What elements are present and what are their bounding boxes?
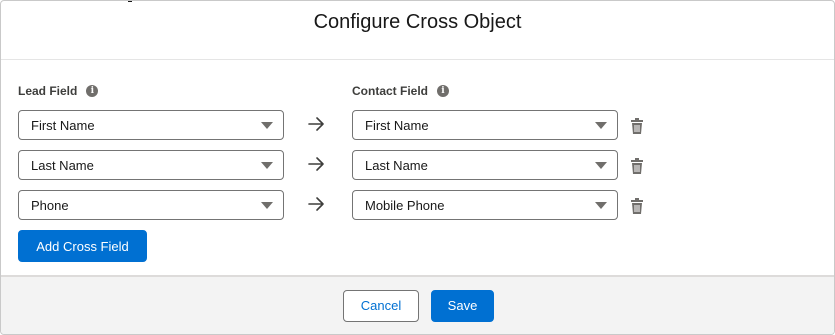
lead-field-label: Lead Field [18, 84, 78, 98]
top-edge-mark [128, 1, 132, 2]
column-labels: Lead Field i Contact Field i [18, 84, 817, 102]
configure-cross-object-modal: Configure Cross Object Lead Field i Cont… [0, 0, 835, 335]
contact-field-value: First Name [365, 117, 429, 133]
lead-field-label-group: Lead Field i [18, 84, 99, 98]
lead-field-select[interactable]: First Name [18, 110, 284, 140]
trash-icon[interactable] [630, 198, 644, 214]
lead-field-value: Last Name [31, 157, 94, 173]
arrow-right-icon [308, 197, 324, 211]
mapping-row: First Name First Name [18, 110, 658, 142]
contact-field-label: Contact Field [352, 84, 429, 98]
lead-field-select[interactable]: Last Name [18, 150, 284, 180]
chevron-down-icon [261, 162, 273, 169]
chevron-down-icon [595, 162, 607, 169]
modal-title: Configure Cross Object [313, 11, 522, 34]
contact-field-select[interactable]: Mobile Phone [352, 190, 618, 220]
cancel-button[interactable]: Cancel [343, 289, 419, 322]
lead-field-value: First Name [31, 117, 95, 133]
add-cross-field-button[interactable]: Add Cross Field [18, 230, 147, 262]
contact-field-select[interactable]: Last Name [352, 150, 618, 180]
chevron-down-icon [595, 202, 607, 209]
chevron-down-icon [595, 122, 607, 129]
modal-footer: Cancel Save [1, 275, 834, 334]
contact-field-info-icon[interactable]: i [437, 85, 450, 97]
lead-field-select[interactable]: Phone [18, 190, 284, 220]
contact-field-value: Mobile Phone [365, 197, 445, 213]
modal-header: Configure Cross Object [1, 1, 834, 60]
trash-icon[interactable] [630, 158, 644, 174]
contact-field-value: Last Name [365, 157, 428, 173]
chevron-down-icon [261, 202, 273, 209]
mapping-row: Last Name Last Name [18, 150, 658, 182]
arrow-right-icon [308, 157, 324, 171]
save-button[interactable]: Save [431, 289, 494, 322]
lead-field-value: Phone [31, 197, 69, 213]
contact-field-label-group: Contact Field i [352, 84, 450, 98]
mapping-row: Phone Mobile Phone [18, 190, 658, 222]
lead-field-info-icon[interactable]: i [86, 85, 99, 97]
modal-body: Lead Field i Contact Field i First Name … [1, 60, 834, 277]
trash-icon[interactable] [630, 118, 644, 134]
arrow-right-icon [308, 117, 324, 131]
contact-field-select[interactable]: First Name [352, 110, 618, 140]
chevron-down-icon [261, 122, 273, 129]
